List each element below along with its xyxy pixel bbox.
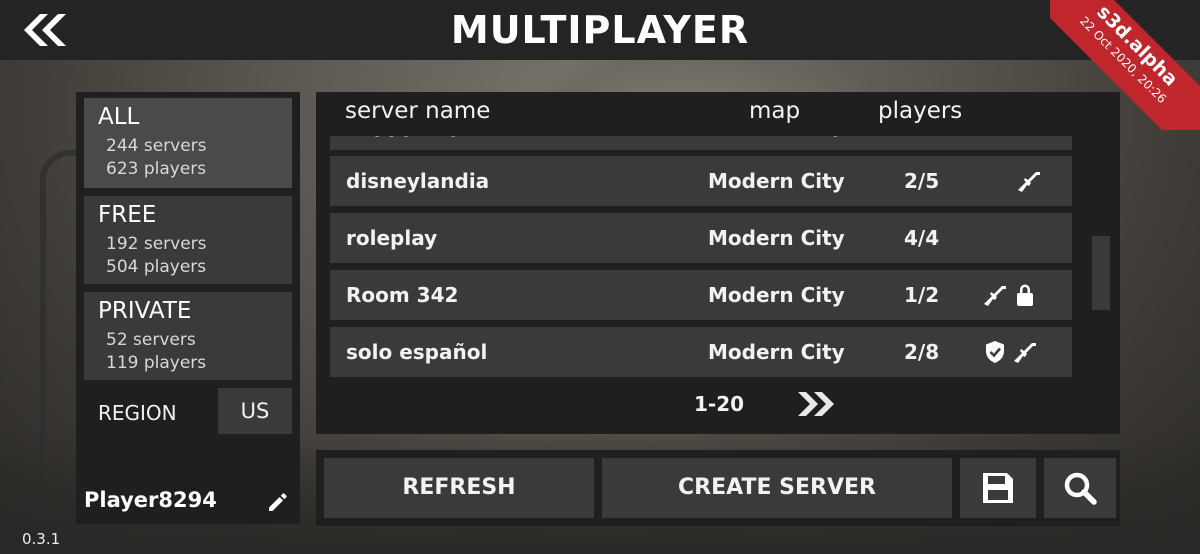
- pencil-icon: [269, 493, 287, 511]
- saved-servers-button[interactable]: [960, 458, 1036, 518]
- edit-name-button[interactable]: [266, 490, 290, 514]
- rifle-icon: [984, 286, 1006, 306]
- server-players: 2/5: [904, 169, 940, 193]
- server-list-panel: server name map players happy days Moder…: [316, 92, 1120, 434]
- floppy-disk-icon: [983, 473, 1013, 503]
- back-button[interactable]: [14, 10, 74, 50]
- filter-player-count: 623 players: [106, 159, 207, 179]
- create-server-button[interactable]: CREATE SERVER: [602, 458, 952, 518]
- server-map: Modern City: [708, 226, 845, 250]
- server-name: disneylandia: [346, 169, 490, 193]
- column-header-map[interactable]: map: [749, 98, 800, 124]
- server-row[interactable]: disneylandia Modern City 2/5: [330, 156, 1072, 206]
- filter-private[interactable]: PRIVATE 52 servers 119 players: [84, 292, 292, 380]
- filter-server-count: 52 servers: [106, 330, 196, 350]
- server-flags: [982, 282, 1038, 308]
- server-map: Modern City: [708, 136, 845, 150]
- region-select-button[interactable]: US: [218, 388, 292, 434]
- player-name: Player8294: [84, 488, 217, 512]
- rifle-icon: [1014, 343, 1036, 363]
- server-map: Modern City: [708, 169, 845, 193]
- server-flags: [982, 168, 1042, 194]
- refresh-label: REFRESH: [402, 475, 516, 500]
- column-header-players[interactable]: players: [878, 98, 962, 124]
- next-page-button[interactable]: [794, 390, 840, 418]
- filter-server-count: 192 servers: [106, 234, 207, 254]
- server-flags: [982, 339, 1038, 365]
- server-name: solo español: [346, 340, 488, 364]
- server-map: Modern City: [708, 283, 845, 307]
- server-row[interactable]: happy days Modern City 3/8: [330, 136, 1072, 150]
- region-label: REGION: [98, 401, 177, 425]
- filter-player-count: 504 players: [106, 257, 207, 277]
- scrollbar-thumb[interactable]: [1092, 236, 1110, 310]
- create-server-label: CREATE SERVER: [678, 475, 876, 500]
- server-players: 3/8: [904, 136, 939, 150]
- version-label: 0.3.1: [22, 530, 61, 548]
- server-row[interactable]: Room 342 Modern City 1/2: [330, 270, 1072, 320]
- server-name: happy days: [346, 136, 475, 150]
- server-list: happy days Modern City 3/8 disneylandia …: [330, 136, 1072, 422]
- server-row[interactable]: solo español Modern City 2/8: [330, 327, 1072, 377]
- rifle-icon: [1018, 172, 1040, 192]
- server-players: 4/4: [904, 226, 940, 250]
- search-icon: [1064, 472, 1097, 505]
- shield-icon: [986, 341, 1004, 363]
- double-chevron-left-icon: [24, 14, 66, 46]
- filter-name: PRIVATE: [98, 298, 192, 324]
- filter-panel: ALL 244 servers 623 players FREE 192 ser…: [76, 92, 300, 524]
- filter-free[interactable]: FREE 192 servers 504 players: [84, 196, 292, 284]
- refresh-button[interactable]: REFRESH: [324, 458, 594, 518]
- filter-name: ALL: [98, 104, 140, 130]
- column-header-server-name[interactable]: server name: [345, 98, 490, 124]
- filter-player-count: 119 players: [106, 353, 207, 373]
- page-range: 1-20: [694, 392, 745, 416]
- filter-name: FREE: [98, 202, 157, 228]
- server-row[interactable]: roleplay Modern City 4/4: [330, 213, 1072, 263]
- server-players: 1/2: [904, 283, 940, 307]
- search-button[interactable]: [1044, 458, 1116, 518]
- lock-icon: [1017, 284, 1033, 306]
- server-name: roleplay: [346, 226, 438, 250]
- action-bar: REFRESH CREATE SERVER: [316, 450, 1120, 526]
- server-players: 2/8: [904, 340, 940, 364]
- server-name: Room 342: [346, 283, 459, 307]
- filter-all[interactable]: ALL 244 servers 623 players: [84, 98, 292, 188]
- server-map: Modern City: [708, 340, 845, 364]
- page-title: MULTIPLAYER: [450, 8, 750, 52]
- filter-server-count: 244 servers: [106, 136, 207, 156]
- double-chevron-right-icon: [798, 392, 834, 416]
